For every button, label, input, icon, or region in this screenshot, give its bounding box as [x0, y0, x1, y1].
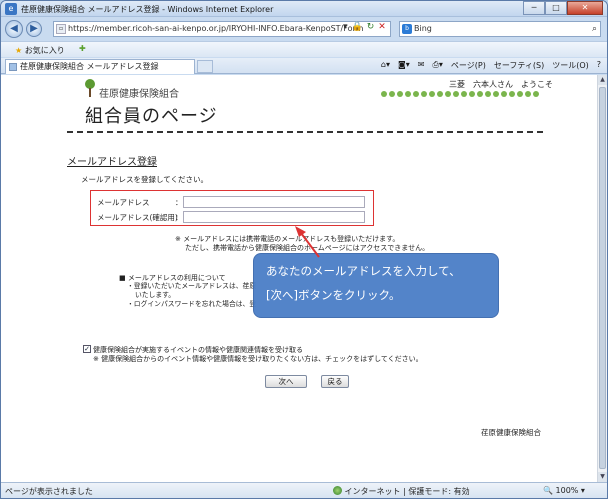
email-field[interactable] — [183, 196, 365, 208]
browser-window: e 荏原健康保険組合 メールアドレス登録 - Windows Internet … — [0, 0, 608, 499]
address-toolbar: ◀ ▶ ▫ https://member.ricoh-san-ai-kenpo.… — [1, 18, 607, 40]
add-favorite-icon[interactable]: ✚ — [79, 44, 86, 53]
status-text: ページが表示されました — [5, 487, 93, 496]
favorites-star-icon: ★ — [15, 46, 23, 55]
scroll-thumb[interactable] — [599, 87, 606, 469]
terms-line2: いたします。 — [135, 291, 176, 299]
scroll-up-icon[interactable]: ▲ — [598, 75, 607, 85]
email-confirm-colon: ： — [175, 213, 183, 222]
back-arrow-icon[interactable]: ◀ — [5, 20, 23, 38]
terms-line3: ・ログインパスワードを忘れた場合は、登 — [127, 300, 257, 308]
email-confirm-field[interactable] — [183, 211, 365, 223]
feeds-icon[interactable]: ◙▾ — [398, 60, 410, 71]
dropdown-icon[interactable]: ▾ — [343, 22, 348, 32]
status-bar: ページが表示されました インターネット | 保護モード: 有効 🔍 100% ▾ — [1, 482, 607, 498]
page-title: 組合員のページ — [85, 106, 218, 127]
forward-arrow-icon[interactable]: ▶ — [26, 21, 42, 37]
callout-line2: [次へ]ボタンをクリック。 — [266, 288, 401, 302]
email-confirm-label: メールアドレス(確認用) — [97, 213, 178, 222]
footer-org: 荏原健康保険組合 — [481, 428, 541, 437]
favorites-button[interactable]: ★ お気に入り — [15, 45, 65, 56]
terms-body: ・登録いただいたメールアドレスは、荏原 いたします。 ・ログインパスワードを忘れ… — [127, 282, 256, 309]
mobile-note-line1: ※ メールアドレスには携帯電話のメールアドレスも登録いただけます。 — [175, 235, 400, 243]
instruction-callout: あなたのメールアドレスを入力して、 [次へ]ボタンをクリック。 — [253, 253, 499, 318]
lock-icon[interactable]: 🔒 — [352, 22, 363, 32]
tab-page-icon — [9, 63, 17, 71]
tree-logo-icon — [85, 79, 95, 97]
minimize-button[interactable]: ─ — [523, 1, 545, 15]
callout-line1: あなたのメールアドレスを入力して、 — [266, 264, 461, 278]
email-label: メールアドレス — [97, 198, 150, 207]
maximize-button[interactable]: □ — [545, 1, 567, 15]
search-engine-label: Bing — [414, 24, 432, 33]
zoom-icon: 🔍 — [543, 486, 553, 495]
command-bar: ⌂▾ ◙▾ ✉ ⎙▾ ページ(P) セーフティ(S) ツール(O) ? — [381, 60, 601, 71]
mobile-note: ※ メールアドレスには携帯電話のメールアドレスも登録いただけます。 ただし、携帯… — [175, 235, 429, 253]
home-icon[interactable]: ⌂▾ — [381, 60, 390, 71]
favorites-bar: ★ お気に入り ✚ — [1, 41, 607, 57]
ie-icon: e — [5, 3, 17, 15]
next-button[interactable]: 次へ — [265, 375, 307, 388]
page-menu[interactable]: ページ(P) — [451, 60, 486, 71]
tab-bar: 荏原健康保険組合 メールアドレス登録 ⌂▾ ◙▾ ✉ ⎙▾ ページ(P) セーフ… — [1, 58, 607, 74]
stop-icon[interactable]: ✕ — [378, 22, 386, 32]
zoom-control[interactable]: 🔍 100% ▾ — [543, 486, 585, 495]
user-greeting: 三菱 六本人さん ようこそ — [449, 80, 553, 89]
title-bar: e 荏原健康保険組合 メールアドレス登録 - Windows Internet … — [1, 1, 607, 17]
intro-text: メールアドレスを登録してください。 — [81, 175, 209, 184]
org-name: 荏原健康保険組合 — [99, 89, 179, 100]
tab-title: 荏原健康保険組合 メールアドレス登録 — [20, 62, 159, 71]
search-input[interactable]: b Bing ⌕ — [399, 21, 601, 37]
section-title: メールアドレス登録 — [67, 157, 157, 168]
help-menu[interactable]: ? — [597, 60, 601, 71]
terms-line1: ・登録いただいたメールアドレスは、荏原 — [127, 282, 257, 290]
bing-icon: b — [402, 24, 412, 34]
window-title: 荏原健康保険組合 メールアドレス登録 - Windows Internet Ex… — [21, 5, 274, 14]
new-tab-button[interactable] — [197, 60, 213, 73]
back-button[interactable]: 戻る — [321, 375, 349, 388]
security-zone[interactable]: インターネット | 保護モード: 有効 — [333, 486, 470, 497]
safety-menu[interactable]: セーフティ(S) — [494, 60, 544, 71]
vertical-scrollbar[interactable]: ▲ ▼ — [597, 75, 607, 482]
decorative-dots — [381, 91, 541, 101]
page-content: 荏原健康保険組合 組合員のページ 三菱 六本人さん ようこそ メールアドレス登録… — [1, 75, 607, 482]
tab-active[interactable]: 荏原健康保険組合 メールアドレス登録 — [5, 59, 195, 74]
checkbox-note: ※ 健康保険組合からのイベント情報や健康情報を受け取りたくない方は、チェックをは… — [93, 355, 423, 363]
mail-icon[interactable]: ✉ — [418, 60, 425, 71]
scroll-down-icon[interactable]: ▼ — [598, 472, 607, 482]
zone-text: インターネット | 保護モード: 有効 — [344, 487, 470, 496]
mobile-note-line2: ただし、携帯電話から健康保険組合のホームページにはアクセスできません。 — [185, 244, 430, 252]
event-info-checkbox[interactable]: ✓ — [83, 345, 91, 353]
zoom-level: 100% — [555, 486, 579, 495]
url-text: https://member.ricoh-san-ai-kenpo.or.jp/… — [68, 24, 364, 33]
globe-icon — [333, 486, 342, 495]
refresh-icon[interactable]: ↻ — [367, 22, 375, 32]
address-input[interactable]: ▫ https://member.ricoh-san-ai-kenpo.or.j… — [53, 21, 391, 37]
email-colon: ： — [175, 198, 183, 207]
close-button[interactable]: ✕ — [567, 1, 603, 15]
search-icon[interactable]: ⌕ — [592, 22, 597, 36]
header-divider — [67, 131, 543, 133]
page-icon: ▫ — [56, 24, 66, 34]
print-icon[interactable]: ⎙▾ — [433, 60, 443, 71]
tools-menu[interactable]: ツール(O) — [552, 60, 589, 71]
favorites-label: お気に入り — [24, 46, 65, 55]
